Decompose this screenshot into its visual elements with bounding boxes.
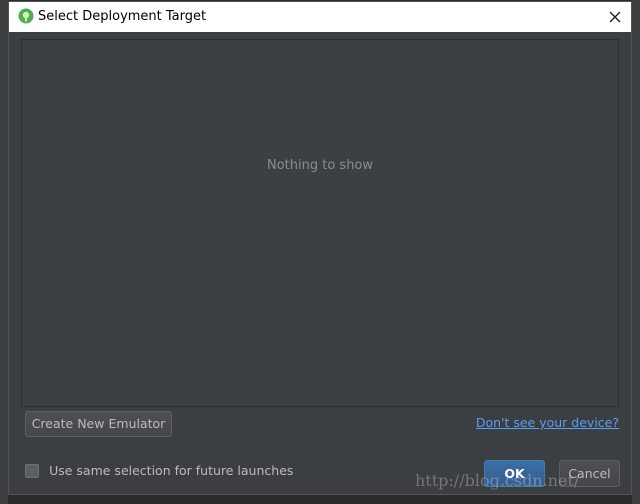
dont-see-device-link[interactable]: Don't see your device? xyxy=(449,415,619,431)
remember-selection-label: Use same selection for future launches xyxy=(49,462,294,478)
ide-left-gutter xyxy=(0,0,8,504)
dialog-title: Select Deployment Target xyxy=(38,9,207,24)
device-list[interactable]: Nothing to show xyxy=(21,39,619,407)
remember-selection-checkbox-row[interactable]: Use same selection for future launches xyxy=(25,460,293,478)
select-deployment-target-dialog: Select Deployment Target Nothing to show… xyxy=(8,1,632,495)
ide-right-gutter xyxy=(632,0,640,504)
dialog-titlebar: Select Deployment Target xyxy=(9,2,631,32)
android-studio-icon xyxy=(18,8,34,24)
watermark-text: http://blog.csdn.net/ xyxy=(415,471,580,490)
remember-selection-checkbox[interactable] xyxy=(25,463,39,478)
create-new-emulator-button[interactable]: Create New Emulator xyxy=(25,411,172,437)
empty-list-message: Nothing to show xyxy=(266,158,374,173)
close-icon[interactable] xyxy=(605,7,625,27)
